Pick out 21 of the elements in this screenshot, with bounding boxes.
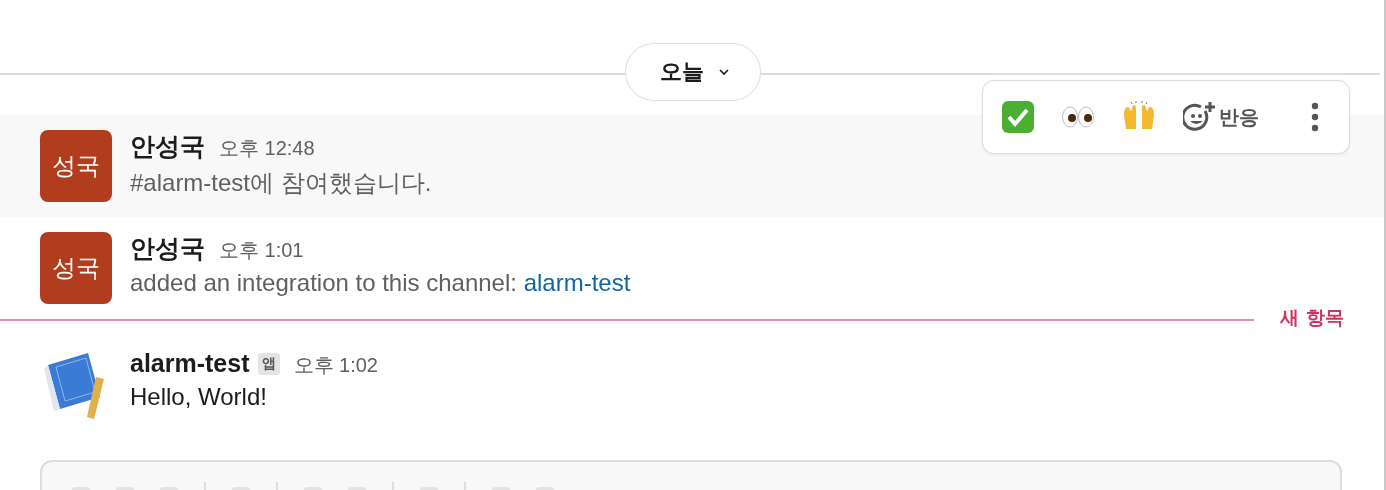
add-reaction-button[interactable]: 반응 (1183, 101, 1259, 133)
check-mark-icon[interactable] (1001, 100, 1035, 134)
date-divider-button[interactable]: 오늘 (625, 43, 761, 101)
avatar[interactable]: 성국 (40, 232, 112, 304)
message-text: Hello, World! (130, 383, 268, 411)
author-name[interactable]: 안성국 (130, 130, 205, 163)
integration-link[interactable]: alarm-test (523, 269, 631, 296)
message-text: added an integration to this channel: alarm-test (130, 269, 631, 297)
timestamp[interactable]: 오후 1:02 (293, 352, 378, 379)
more-options-icon[interactable] (1311, 102, 1319, 132)
chevron-down-icon (718, 68, 730, 76)
timestamp[interactable]: 오후 12:48 (219, 135, 315, 162)
new-messages-label: 새 항목 (1280, 305, 1344, 330)
avatar[interactable]: 성국 (40, 130, 112, 202)
message-text: #alarm-test에 참여했습니다. (130, 168, 432, 198)
author-name[interactable]: alarm-test (130, 349, 250, 378)
eyes-icon[interactable] (1061, 105, 1095, 129)
timestamp[interactable]: 오후 1:01 (219, 237, 304, 264)
author-name[interactable]: 안성국 (130, 232, 205, 265)
smiley-plus-icon (1183, 101, 1217, 133)
app-badge: 앱 (257, 353, 280, 375)
